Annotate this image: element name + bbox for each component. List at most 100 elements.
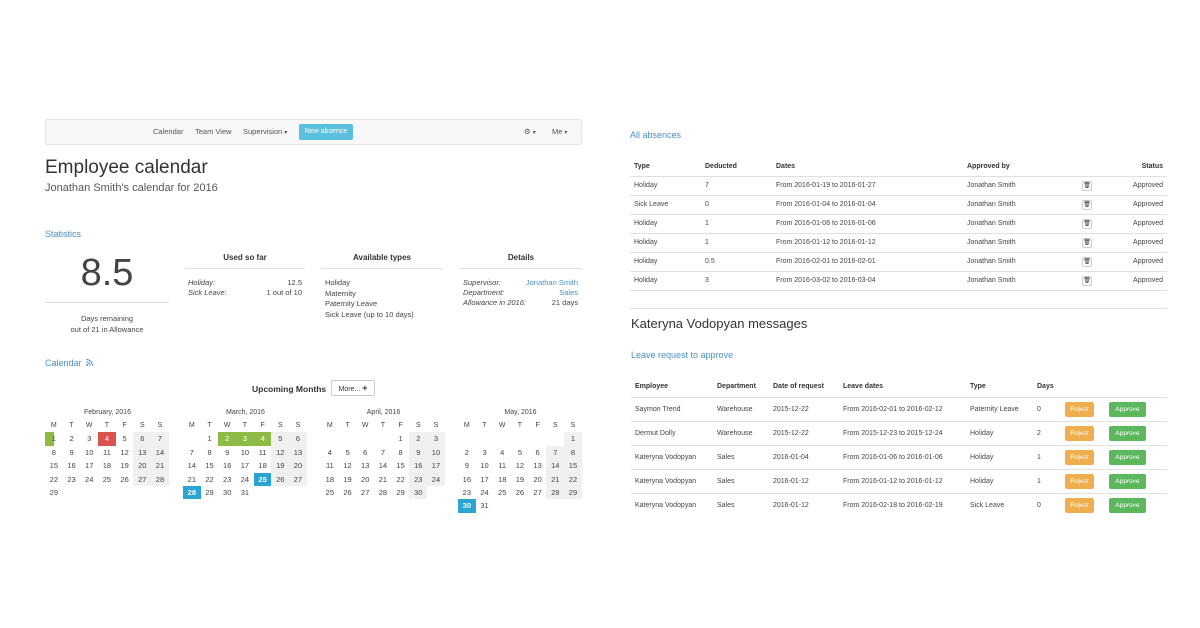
nav-me[interactable]: Me ▾ (552, 120, 567, 144)
calendar-day[interactable]: 6 (356, 446, 374, 459)
calendar-link[interactable]: Calendar (45, 358, 94, 368)
calendar-day[interactable]: 22 (392, 473, 410, 486)
calendar-day[interactable]: 6 (529, 446, 547, 459)
calendar-day[interactable]: 19 (511, 473, 529, 486)
calendar-day[interactable]: 16 (458, 473, 476, 486)
calendar-day[interactable]: 5 (116, 432, 134, 445)
calendar-day[interactable]: 18 (254, 459, 272, 472)
calendar-day[interactable]: 8 (564, 445, 582, 460)
calendar-day[interactable]: 5 (511, 446, 529, 459)
statistics-link[interactable]: Statistics (45, 229, 81, 239)
calendar-day[interactable]: 24 (80, 473, 98, 486)
calendar-day[interactable]: 20 (289, 459, 307, 473)
nav-settings[interactable]: ⚙ ▾ (524, 120, 536, 144)
calendar-day[interactable]: 28 (183, 485, 201, 500)
calendar-day[interactable]: 18 (98, 459, 116, 472)
calendar-day[interactable]: 28 (151, 472, 169, 486)
calendar-day[interactable]: 11 (98, 446, 116, 459)
calendar-day[interactable]: 11 (254, 446, 272, 459)
calendar-day[interactable]: 11 (321, 459, 339, 472)
calendar-day[interactable]: 26 (116, 473, 134, 486)
calendar-day[interactable]: 28 (546, 485, 565, 500)
nav-supervision[interactable]: Supervision ▾ (243, 120, 287, 144)
trash-icon[interactable]: 🗑 (1082, 180, 1092, 191)
calendar-day[interactable]: 26 (511, 486, 529, 499)
reject-button[interactable]: Reject (1065, 401, 1094, 417)
calendar-day[interactable]: 17 (80, 459, 98, 472)
trash-icon[interactable]: 🗑 (1082, 237, 1092, 248)
calendar-day[interactable]: 6 (289, 432, 307, 446)
calendar-day[interactable]: 26 (271, 472, 290, 486)
calendar-day[interactable]: 25 (321, 486, 339, 499)
calendar-day[interactable]: 7 (151, 432, 169, 446)
calendar-day[interactable]: 12 (116, 446, 134, 459)
calendar-day[interactable]: 6 (133, 432, 152, 446)
calendar-day[interactable]: 25 (493, 486, 511, 499)
calendar-day[interactable]: 21 (546, 472, 565, 486)
approve-button[interactable]: Approve (1109, 401, 1146, 417)
calendar-day[interactable]: 17 (236, 459, 254, 472)
calendar-day[interactable]: 28 (374, 486, 392, 499)
calendar-day[interactable]: 22 (45, 473, 63, 486)
all-absences-link[interactable]: All absences (630, 130, 681, 140)
calendar-day[interactable]: 22 (201, 473, 219, 486)
trash-icon[interactable]: 🗑 (1082, 218, 1092, 229)
calendar-day[interactable]: 10 (236, 446, 254, 459)
calendar-day[interactable]: 8 (201, 446, 219, 459)
calendar-day[interactable]: 18 (321, 473, 339, 486)
calendar-day[interactable]: 12 (511, 459, 529, 472)
approve-button[interactable]: Approve (1109, 473, 1146, 489)
calendar-day[interactable]: 3 (80, 432, 98, 445)
calendar-day[interactable]: 24 (476, 486, 494, 499)
calendar-day[interactable]: 13 (289, 445, 307, 460)
calendar-day[interactable]: 19 (339, 473, 357, 486)
approve-button[interactable]: Approve (1109, 497, 1146, 513)
more-months-button[interactable]: More... + (331, 380, 375, 396)
calendar-day[interactable]: 16 (409, 459, 428, 473)
nav-calendar[interactable]: Calendar (153, 120, 183, 144)
nav-team-view[interactable]: Team View (195, 120, 232, 144)
calendar-day[interactable]: 8 (392, 446, 410, 459)
department-link[interactable]: Sales (559, 288, 578, 297)
calendar-day[interactable]: 10 (80, 446, 98, 459)
calendar-day[interactable]: 13 (529, 459, 547, 472)
calendar-day[interactable]: 10 (476, 459, 494, 472)
calendar-day[interactable]: 13 (133, 445, 152, 460)
calendar-day[interactable]: 9 (409, 445, 428, 460)
calendar-day[interactable]: 3 (236, 432, 254, 446)
calendar-day[interactable]: 23 (458, 486, 476, 499)
calendar-day[interactable]: 5 (339, 446, 357, 459)
calendar-day[interactable]: 15 (392, 459, 410, 472)
trash-icon[interactable]: 🗑 (1082, 275, 1092, 286)
calendar-day[interactable]: 4 (98, 432, 116, 446)
calendar-day[interactable]: 21 (183, 473, 201, 486)
calendar-day[interactable]: 25 (98, 473, 116, 486)
calendar-day[interactable]: 24 (427, 472, 445, 486)
reject-button[interactable]: Reject (1065, 497, 1094, 513)
calendar-day[interactable]: 30 (409, 485, 428, 500)
calendar-day[interactable]: 7 (374, 446, 392, 459)
calendar-day[interactable]: 29 (201, 486, 219, 499)
calendar-day[interactable]: 23 (63, 473, 81, 486)
calendar-day[interactable]: 15 (201, 459, 219, 472)
calendar-day[interactable]: 14 (374, 459, 392, 472)
calendar-day[interactable]: 27 (289, 472, 307, 486)
calendar-day[interactable]: 25 (253, 472, 272, 486)
calendar-day[interactable]: 7 (546, 445, 565, 460)
calendar-day[interactable]: 3 (427, 432, 445, 446)
calendar-day[interactable]: 1 (201, 432, 219, 445)
approve-button[interactable]: Approve (1109, 425, 1146, 441)
calendar-day[interactable]: 30 (218, 486, 236, 499)
calendar-day[interactable]: 1 (45, 432, 63, 446)
new-absence-button[interactable]: New absence (299, 124, 353, 140)
calendar-day[interactable]: 29 (392, 486, 410, 499)
supervisor-link[interactable]: Jonathan Smith (526, 278, 578, 287)
calendar-day[interactable]: 4 (253, 432, 272, 446)
calendar-day[interactable]: 1 (392, 432, 410, 445)
calendar-day[interactable]: 23 (409, 472, 428, 486)
calendar-day[interactable]: 2 (218, 432, 237, 446)
calendar-day[interactable]: 15 (564, 459, 582, 473)
trash-icon[interactable]: 🗑 (1082, 256, 1092, 267)
leave-requests-link[interactable]: Leave request to approve (631, 350, 733, 360)
calendar-day[interactable]: 17 (476, 473, 494, 486)
